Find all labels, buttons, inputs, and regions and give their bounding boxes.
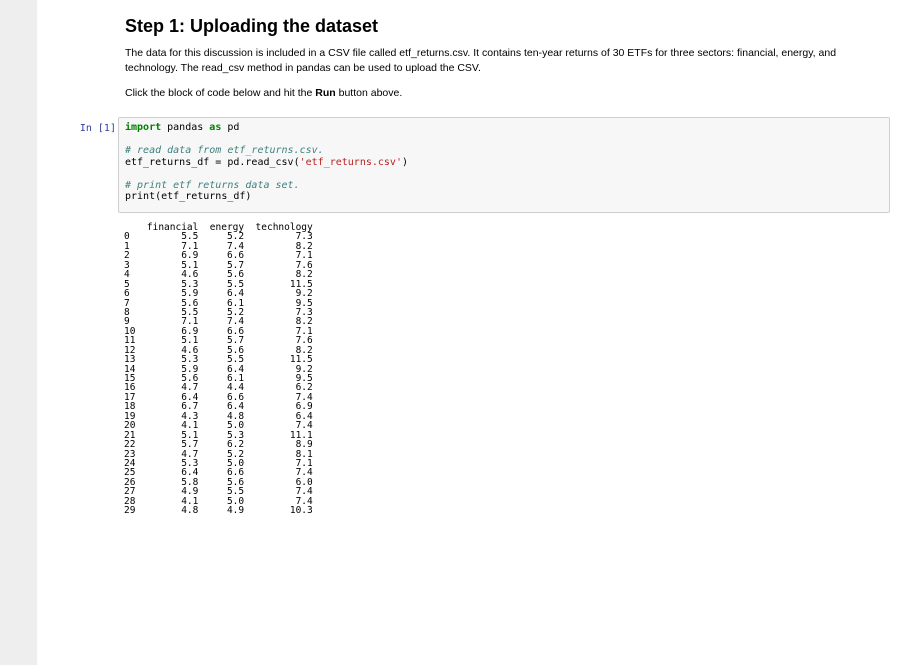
code-line-1: import pandas as pd [125,122,883,134]
code-line-4: etf_returns_df = pd.read_csv('etf_return… [125,157,883,169]
code-comment-print: # print etf returns data set. [125,179,300,191]
module-name: pandas [161,122,210,133]
instruction-prefix: Click the block of code below and hit th… [125,87,316,99]
output-row: 29 4.8 4.9 10.3 [124,505,313,517]
close-paren: ) [401,156,408,168]
code-cell-editor[interactable]: import pandas as pd # read data from etf… [118,117,890,213]
instruction-paragraph: Click the block of code below and hit th… [125,86,860,101]
code-comment-read: # read data from etf_returns.csv. [125,145,324,156]
run-keyword: Run [315,87,336,99]
read-call: etf_returns_df = pd.read_csv( [125,156,300,168]
import-keyword: import [125,122,162,133]
section-heading: Step 1: Uploading the dataset [125,16,379,36]
code-line-7: print(etf_returns_df) [125,191,252,202]
input-prompt: In [1]: [79,123,122,134]
description-paragraph: The data for this discussion is included… [125,47,837,74]
instruction-suffix: button above. [335,87,403,99]
markdown-cell[interactable]: Step 1: Uploading the dataset The data f… [125,12,860,101]
as-keyword: as [209,122,222,133]
filename-string: 'etf_returns.csv' [299,156,402,168]
cell-output: financial energy technology 0 5.5 5.2 7.3… [124,223,313,516]
alias-name: pd [221,122,240,133]
